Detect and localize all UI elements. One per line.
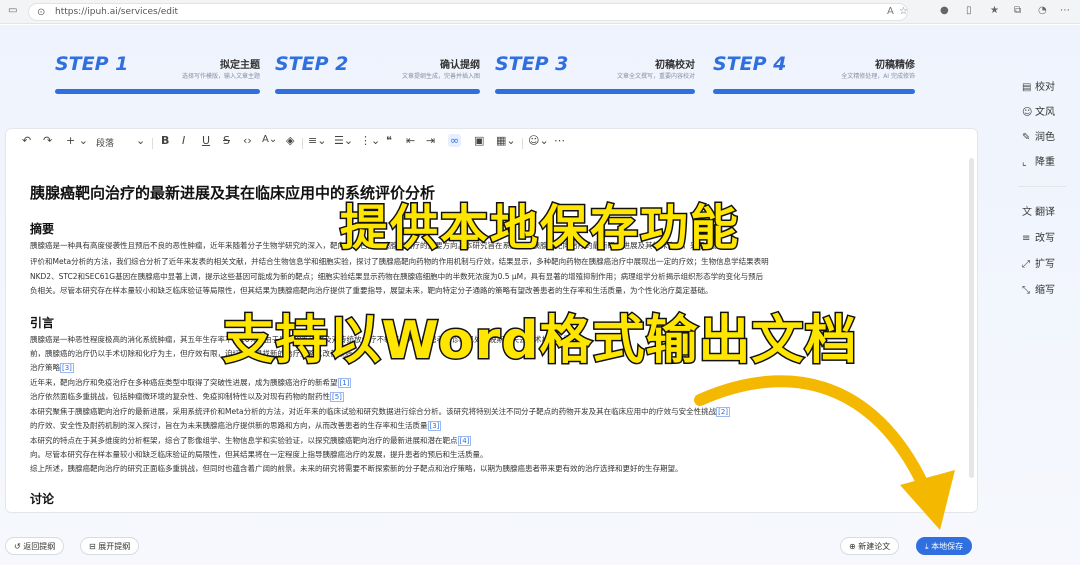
back-icon: ↺: [14, 542, 24, 551]
expand-outline-button[interactable]: ⊟ 展开提纲: [80, 537, 140, 555]
app-root: ▭ ⊙ https://ipuh.ai/services/edit A ☆ ● …: [0, 0, 1080, 565]
back-to-outline-button[interactable]: ↺ 返回提纲: [5, 537, 65, 555]
expand-icon: ⊟: [89, 542, 99, 551]
new-paper-icon: ⊕: [849, 542, 859, 551]
local-save-button[interactable]: ⤓ 本地保存: [916, 537, 973, 555]
new-paper-button[interactable]: ⊕ 新建论文: [840, 537, 900, 555]
pointer-arrow-icon: [694, 375, 955, 530]
